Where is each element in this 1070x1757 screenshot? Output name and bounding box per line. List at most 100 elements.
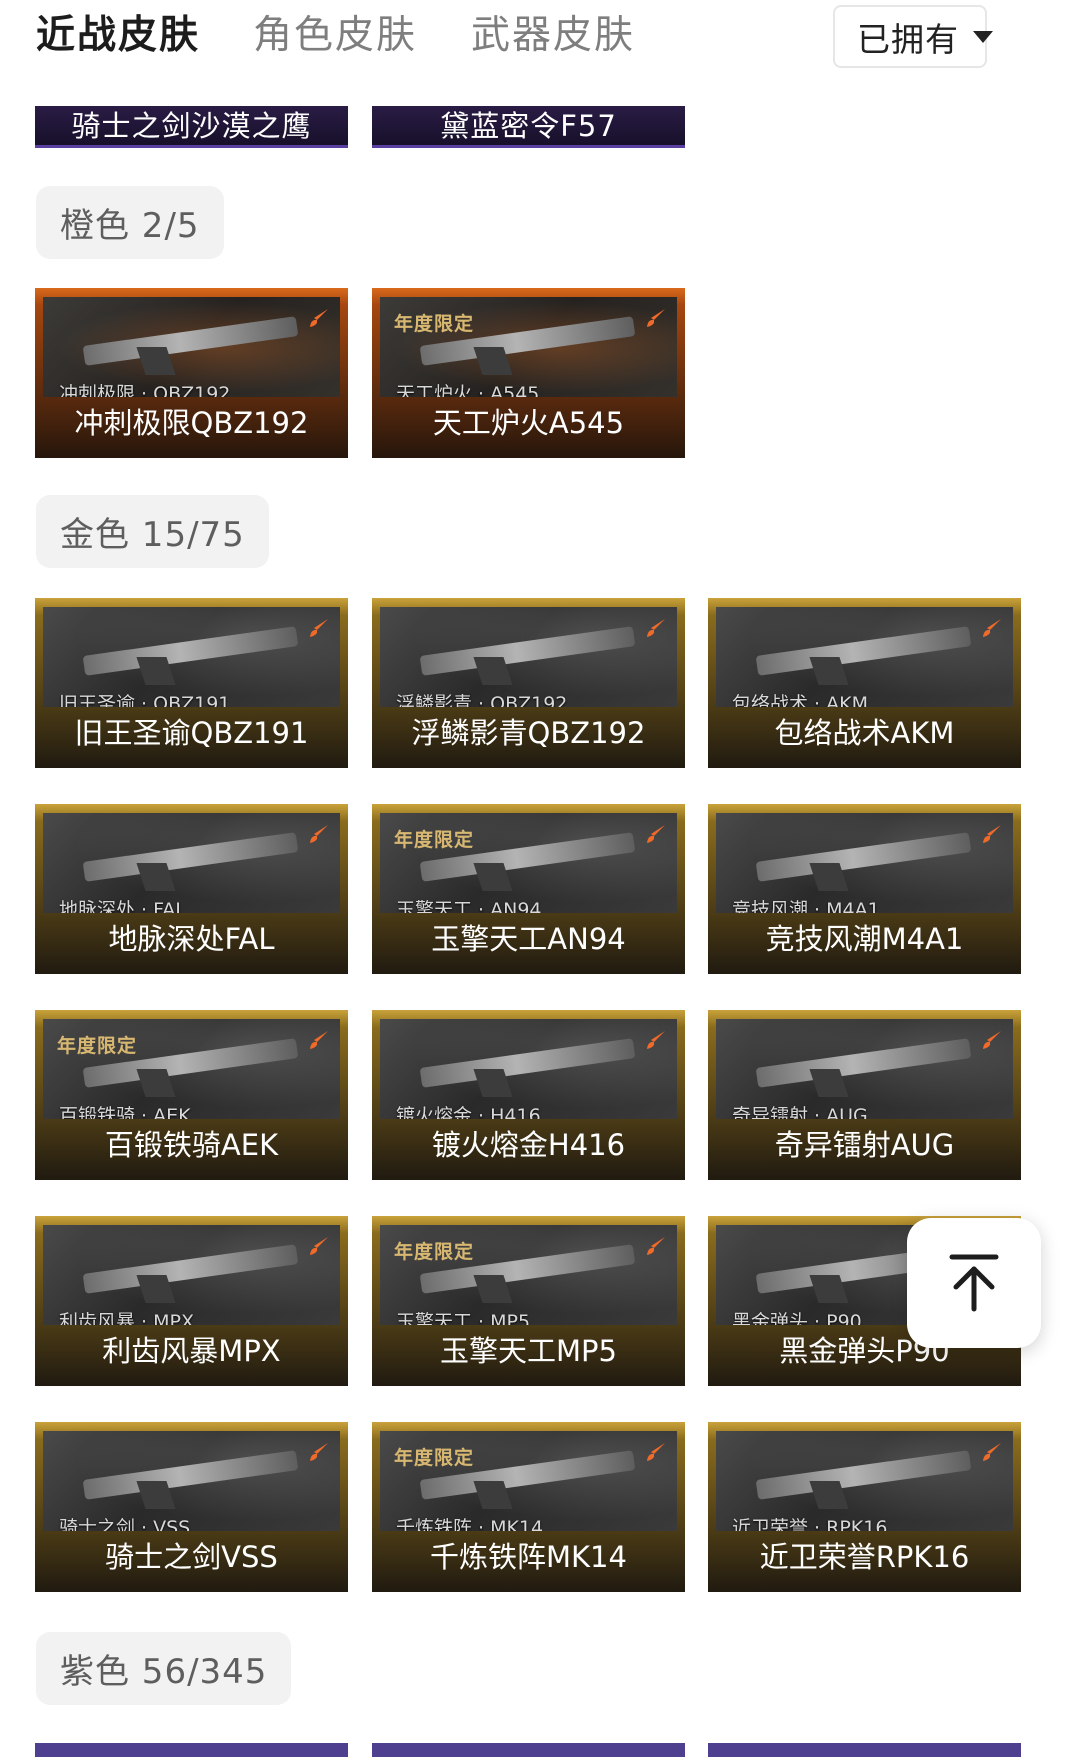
skin-caption: 百锻铁骑 · AEK (59, 1105, 191, 1119)
skin-caption: 玉擎天工 · AN94 (396, 899, 542, 913)
weapon-skin-image: 年度限定玉擎天工 · MP5 (380, 1225, 677, 1325)
skin-card[interactable]: 骑士之剑 · VSS 骑士之剑VSS (35, 1422, 348, 1592)
weapon-skin-image: 镀火熔金 · H416 (380, 1019, 677, 1119)
skin-name: 玉擎天工AN94 (431, 922, 626, 956)
weapon-skin-image: 骑士之剑 · VSS (43, 1431, 340, 1531)
skin-card[interactable]: 包络战术 · AKM 包络战术AKM (708, 598, 1021, 768)
skin-card[interactable]: 冲刺极限 · QBZ192 冲刺极限QBZ192 (35, 288, 348, 458)
skin-card-partial[interactable] (35, 1743, 348, 1757)
skin-card[interactable]: 浮鳞影青 · QBZ192 浮鳞影青QBZ192 (372, 598, 685, 768)
skin-card[interactable]: 利齿风暴 · MPX 利齿风暴MPX (35, 1216, 348, 1386)
skin-caption: 千炼铁阵 · MK14 (396, 1517, 544, 1531)
weapon-skin-image: 近卫荣誉 · RPK16 (716, 1431, 1013, 1531)
section-label-gold: 金色 15/75 (36, 495, 269, 568)
limited-edition-badge: 年度限定 (394, 829, 475, 851)
skin-caption: 奇异镭射 · AUG (732, 1105, 868, 1119)
skin-caption: 竞技风潮 · M4A1 (732, 899, 880, 913)
skin-card[interactable]: 地脉深处 · FAL 地脉深处FAL (35, 804, 348, 974)
weapon-silhouette (82, 626, 299, 676)
skin-card[interactable]: 竞技风潮 · M4A1 竞技风潮M4A1 (708, 804, 1021, 974)
skin-caption: 天工炉火 · A545 (396, 383, 540, 397)
skin-card[interactable]: 年度限定玉擎天工 · MP5 玉擎天工MP5 (372, 1216, 685, 1386)
brush-icon (983, 1443, 1001, 1461)
weapon-silhouette (755, 832, 972, 882)
skin-caption: 玉擎天工 · MP5 (396, 1311, 531, 1325)
weapon-silhouette (755, 1450, 972, 1500)
skin-name: 玉擎天工MP5 (440, 1334, 617, 1368)
skin-caption: 包络战术 · AKM (732, 693, 868, 707)
skin-card-partial[interactable] (708, 1743, 1021, 1757)
skin-caption: 地脉深处 · FAL (59, 899, 186, 913)
limited-edition-badge: 年度限定 (394, 1241, 475, 1263)
tab-weapon-skins[interactable]: 武器皮肤 (471, 10, 635, 62)
skin-name: 骑士之剑VSS (105, 1540, 278, 1574)
owned-filter-label: 已拥有 (857, 19, 959, 59)
tab-character-skins[interactable]: 角色皮肤 (253, 10, 417, 62)
brush-icon (983, 825, 1001, 843)
skin-card[interactable]: 镀火熔金 · H416 镀火熔金H416 (372, 1010, 685, 1180)
skin-card[interactable]: 年度限定 天工炉火 · A545 天工炉火A545 (372, 288, 685, 458)
weapon-skin-image: 包络战术 · AKM (716, 607, 1013, 707)
skin-caption: 利齿风暴 · MPX (59, 1311, 194, 1325)
skin-caption: 骑士之剑 · VSS (59, 1517, 191, 1531)
brush-icon (647, 825, 665, 843)
brush-icon (310, 825, 328, 843)
arrow-up-to-top-icon (949, 1254, 999, 1312)
skin-name: 地脉深处FAL (108, 922, 275, 956)
skin-card-partial[interactable]: 骑士之剑沙漠之鹰 (35, 106, 348, 148)
brush-icon (647, 619, 665, 637)
skin-card[interactable]: 年度限定 百锻铁骑 · AEK 百锻铁骑AEK (35, 1010, 348, 1180)
skin-card[interactable]: 年度限定 千炼铁阵 · MK14 千炼铁阵MK14 (372, 1422, 685, 1592)
weapon-skin-image: 年度限定百锻铁骑 · AEK (43, 1019, 340, 1119)
brush-icon (310, 619, 328, 637)
weapon-silhouette (82, 832, 299, 882)
skin-caption: 旧王圣谕 · QBZ191 (59, 693, 231, 707)
skin-name: 浮鳞影青QBZ192 (411, 716, 646, 750)
weapon-skin-image: 旧王圣谕 · QBZ191 (43, 607, 340, 707)
weapon-skin-image: 年度限定玉擎天工 · AN94 (380, 813, 677, 913)
owned-filter-dropdown[interactable]: 已拥有 (833, 5, 993, 68)
skin-card-partial[interactable]: 黛蓝密令F57 (372, 106, 685, 148)
limited-edition-badge: 年度限定 (394, 1447, 475, 1469)
weapon-skin-image: 奇异镭射 · AUG (716, 1019, 1013, 1119)
skin-card[interactable]: 近卫荣誉 · RPK16 近卫荣誉RPK16 (708, 1422, 1021, 1592)
brush-icon (310, 309, 328, 327)
section-label-text: 金色 15/75 (60, 515, 245, 555)
skin-card[interactable]: 年度限定玉擎天工 · AN94 玉擎天工AN94 (372, 804, 685, 974)
header: 近战皮肤 角色皮肤 武器皮肤 已拥有 (0, 0, 1070, 80)
skin-card[interactable]: 奇异镭射 · AUG 奇异镭射AUG (708, 1010, 1021, 1180)
brush-icon (983, 1031, 1001, 1049)
weapon-skin-image: 利齿风暴 · MPX (43, 1225, 340, 1325)
scroll-to-top-button[interactable] (907, 1218, 1041, 1348)
brush-icon (310, 1237, 328, 1255)
skin-caption: 黑金弹头 · P90 (732, 1311, 862, 1325)
skin-name: 奇异镭射AUG (774, 1128, 955, 1162)
section-label-orange: 橙色 2/5 (36, 186, 224, 259)
brush-icon (647, 1443, 665, 1461)
skin-card[interactable]: 旧王圣谕 · QBZ191 旧王圣谕QBZ191 (35, 598, 348, 768)
skin-name: 冲刺极限QBZ192 (74, 406, 309, 440)
weapon-skin-image: 冲刺极限 · QBZ192 (43, 297, 340, 397)
weapon-silhouette (82, 316, 299, 366)
skin-name: 竞技风潮M4A1 (765, 922, 964, 956)
caret-down-icon (973, 30, 993, 43)
skin-caption: 近卫荣誉 · RPK16 (732, 1517, 888, 1531)
brush-icon (310, 1443, 328, 1461)
weapon-silhouette (419, 1038, 636, 1088)
brush-icon (647, 1237, 665, 1255)
brush-icon (983, 619, 1001, 637)
tab-melee-skins[interactable]: 近战皮肤 (36, 10, 200, 62)
section-label-text: 紫色 56/345 (60, 1652, 268, 1692)
section-label-text: 橙色 2/5 (60, 206, 200, 246)
limited-edition-badge: 年度限定 (57, 1035, 138, 1057)
weapon-skin-image: 年度限定 天工炉火 · A545 (380, 297, 677, 397)
skin-card-partial[interactable] (372, 1743, 685, 1757)
skin-name: 旧王圣谕QBZ191 (74, 716, 309, 750)
weapon-silhouette (82, 1450, 299, 1500)
skin-name: 利齿风暴MPX (102, 1334, 281, 1368)
skin-name: 镀火熔金H416 (431, 1128, 626, 1162)
weapon-silhouette (419, 626, 636, 676)
weapon-skin-image: 浮鳞影青 · QBZ192 (380, 607, 677, 707)
skin-caption: 冲刺极限 · QBZ192 (59, 383, 231, 397)
weapon-skin-image: 年度限定千炼铁阵 · MK14 (380, 1431, 677, 1531)
